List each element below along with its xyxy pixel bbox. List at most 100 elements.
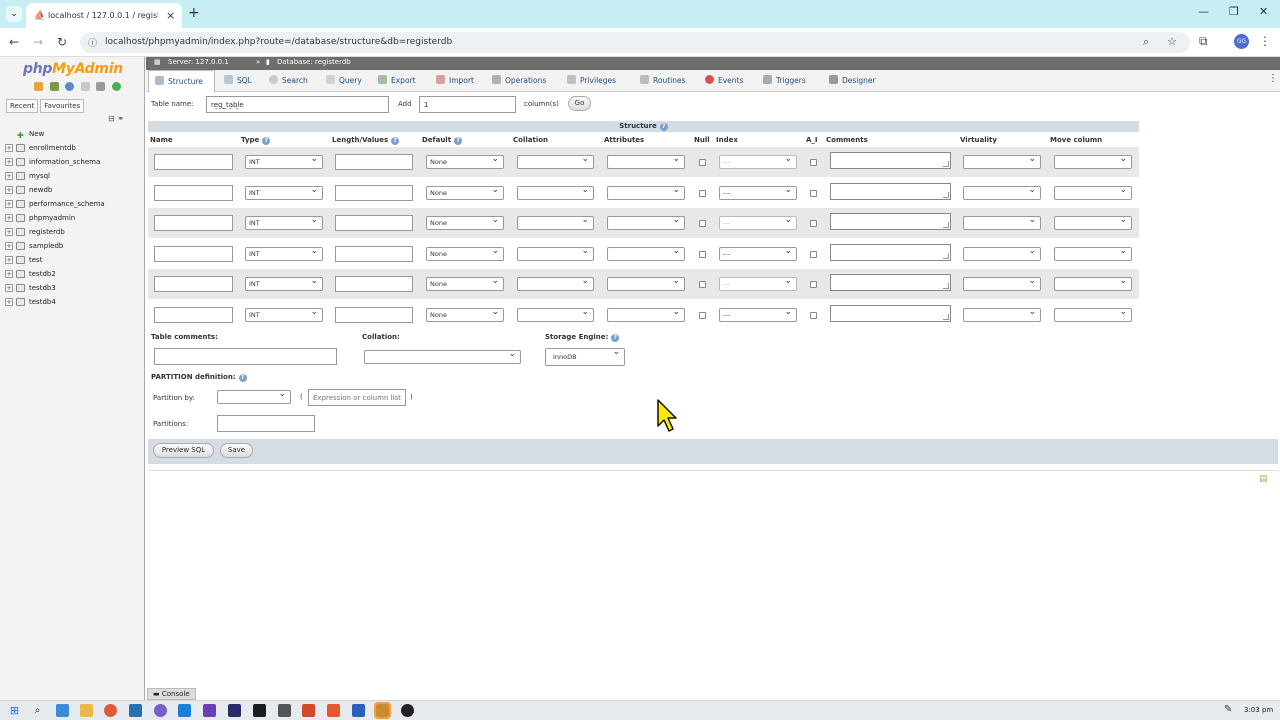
task-view-icon[interactable]: [56, 704, 69, 717]
tab-import[interactable]: Import: [430, 70, 474, 92]
page-settings-icon[interactable]: ▤: [1259, 474, 1268, 484]
partition-expression-input[interactable]: [308, 389, 406, 406]
length-input[interactable]: [335, 185, 413, 201]
virtuality-select[interactable]: [963, 216, 1041, 230]
table-comments-input[interactable]: [154, 348, 337, 365]
null-checkbox[interactable]: [699, 159, 706, 166]
expand-icon[interactable]: +: [5, 172, 13, 180]
expand-icon[interactable]: +: [5, 186, 13, 194]
tab-routines[interactable]: Routines: [634, 70, 686, 92]
help-icon[interactable]: ?: [659, 123, 668, 131]
database-item[interactable]: + performance_schema: [5, 197, 145, 211]
index-select[interactable]: ---: [719, 186, 797, 200]
length-input[interactable]: [335, 246, 413, 262]
expand-icon[interactable]: +: [5, 200, 13, 208]
database-item[interactable]: + enrollmentdb: [5, 141, 145, 155]
tab-search[interactable]: Search: [263, 70, 308, 92]
vscode-icon[interactable]: [178, 704, 191, 717]
collation-select[interactable]: [517, 155, 594, 169]
expand-icon[interactable]: +: [5, 158, 13, 166]
home-icon[interactable]: [34, 82, 43, 91]
comments-textarea[interactable]: [830, 213, 951, 230]
database-item[interactable]: + testdb4: [5, 295, 145, 309]
new-database-item[interactable]: ✚ New: [5, 127, 145, 141]
pma-logo[interactable]: phpMyAdmin: [23, 61, 123, 77]
back-icon[interactable]: ←: [9, 35, 19, 49]
partitions-input[interactable]: [217, 415, 315, 432]
null-checkbox[interactable]: [699, 220, 706, 227]
new-tab-icon[interactable]: +: [188, 5, 200, 21]
site-info-icon[interactable]: ⓘ: [88, 36, 97, 49]
attributes-select[interactable]: [607, 216, 685, 230]
help-icon[interactable]: ?: [262, 137, 271, 145]
tab-structure[interactable]: Structure: [148, 70, 215, 92]
null-checkbox[interactable]: [699, 251, 706, 258]
go-button[interactable]: Go: [568, 96, 591, 111]
move-column-select[interactable]: [1054, 186, 1132, 200]
null-checkbox[interactable]: [699, 312, 706, 319]
help-icon[interactable]: ?: [238, 374, 247, 382]
settings-icon[interactable]: [96, 82, 106, 91]
app-icon[interactable]: [154, 704, 167, 717]
docs-icon[interactable]: [80, 82, 90, 91]
save-button[interactable]: Save: [220, 443, 253, 458]
favourites-tab[interactable]: Favourites: [40, 99, 85, 113]
virtuality-select[interactable]: [963, 186, 1041, 200]
reload-nav-icon[interactable]: [111, 82, 121, 91]
length-input[interactable]: [335, 215, 413, 231]
table-name-input[interactable]: [206, 96, 389, 113]
collapse-all-icon[interactable]: ⊟: [108, 114, 115, 123]
forward-icon[interactable]: →: [33, 35, 43, 49]
chrome-icon[interactable]: [104, 704, 117, 717]
storage-engine-select[interactable]: InnoDB: [545, 348, 625, 366]
collation-select[interactable]: [517, 216, 594, 230]
browser-tab[interactable]: ⛵ localhost / 127.0.0.1 / registerdb ×: [26, 3, 182, 28]
ai-checkbox[interactable]: [810, 190, 817, 197]
expand-icon[interactable]: +: [5, 242, 13, 250]
comments-textarea[interactable]: [830, 244, 951, 261]
database-item[interactable]: + testdb2: [5, 267, 145, 281]
app-icon[interactable]: [401, 704, 414, 717]
app-icon[interactable]: [228, 704, 241, 717]
console-tab[interactable]: ▬ Console: [147, 688, 196, 700]
pen-icon[interactable]: ✎: [1224, 704, 1232, 715]
collation-select[interactable]: [517, 308, 594, 322]
collation-select[interactable]: [517, 247, 594, 261]
extensions-icon[interactable]: ⧉: [1199, 34, 1208, 49]
database-item[interactable]: + sampledb: [5, 239, 145, 253]
clock-time[interactable]: 3:03 pm: [1244, 706, 1273, 714]
ai-checkbox[interactable]: [810, 159, 817, 166]
length-input[interactable]: [335, 276, 413, 292]
attributes-select[interactable]: [607, 247, 685, 261]
default-select[interactable]: None: [426, 277, 504, 291]
app-icon[interactable]: [278, 704, 291, 717]
column-name-input[interactable]: [154, 307, 233, 323]
move-column-select[interactable]: [1054, 277, 1132, 291]
expand-icon[interactable]: +: [5, 270, 13, 278]
ai-checkbox[interactable]: [810, 281, 817, 288]
index-select[interactable]: ---: [719, 216, 797, 230]
database-item[interactable]: + phpmyadmin: [5, 211, 145, 225]
column-name-input[interactable]: [154, 154, 233, 170]
terminal-icon[interactable]: [253, 704, 266, 717]
help-icon[interactable]: ?: [391, 137, 400, 145]
null-checkbox[interactable]: [699, 190, 706, 197]
length-input[interactable]: [335, 154, 413, 170]
logout-icon[interactable]: [49, 82, 59, 91]
taskbar-search-icon[interactable]: ⌕: [31, 704, 44, 717]
tab-search-icon[interactable]: ⌄: [6, 6, 22, 22]
expand-icon[interactable]: +: [5, 284, 13, 292]
ai-checkbox[interactable]: [810, 220, 817, 227]
database-item[interactable]: + testdb3: [5, 281, 145, 295]
reload-icon[interactable]: ↻: [57, 35, 67, 49]
help-icon[interactable]: ?: [454, 137, 463, 145]
move-column-select[interactable]: [1054, 308, 1132, 322]
attributes-select[interactable]: [607, 308, 685, 322]
database-item[interactable]: + test: [5, 253, 145, 267]
attributes-select[interactable]: [607, 155, 685, 169]
database-breadcrumb-link[interactable]: Database: registerdb: [277, 58, 351, 66]
ai-checkbox[interactable]: [810, 251, 817, 258]
browser-menu-icon[interactable]: ⋮: [1259, 34, 1271, 48]
database-item[interactable]: + registerdb: [5, 225, 145, 239]
tab-export[interactable]: Export: [372, 70, 416, 92]
